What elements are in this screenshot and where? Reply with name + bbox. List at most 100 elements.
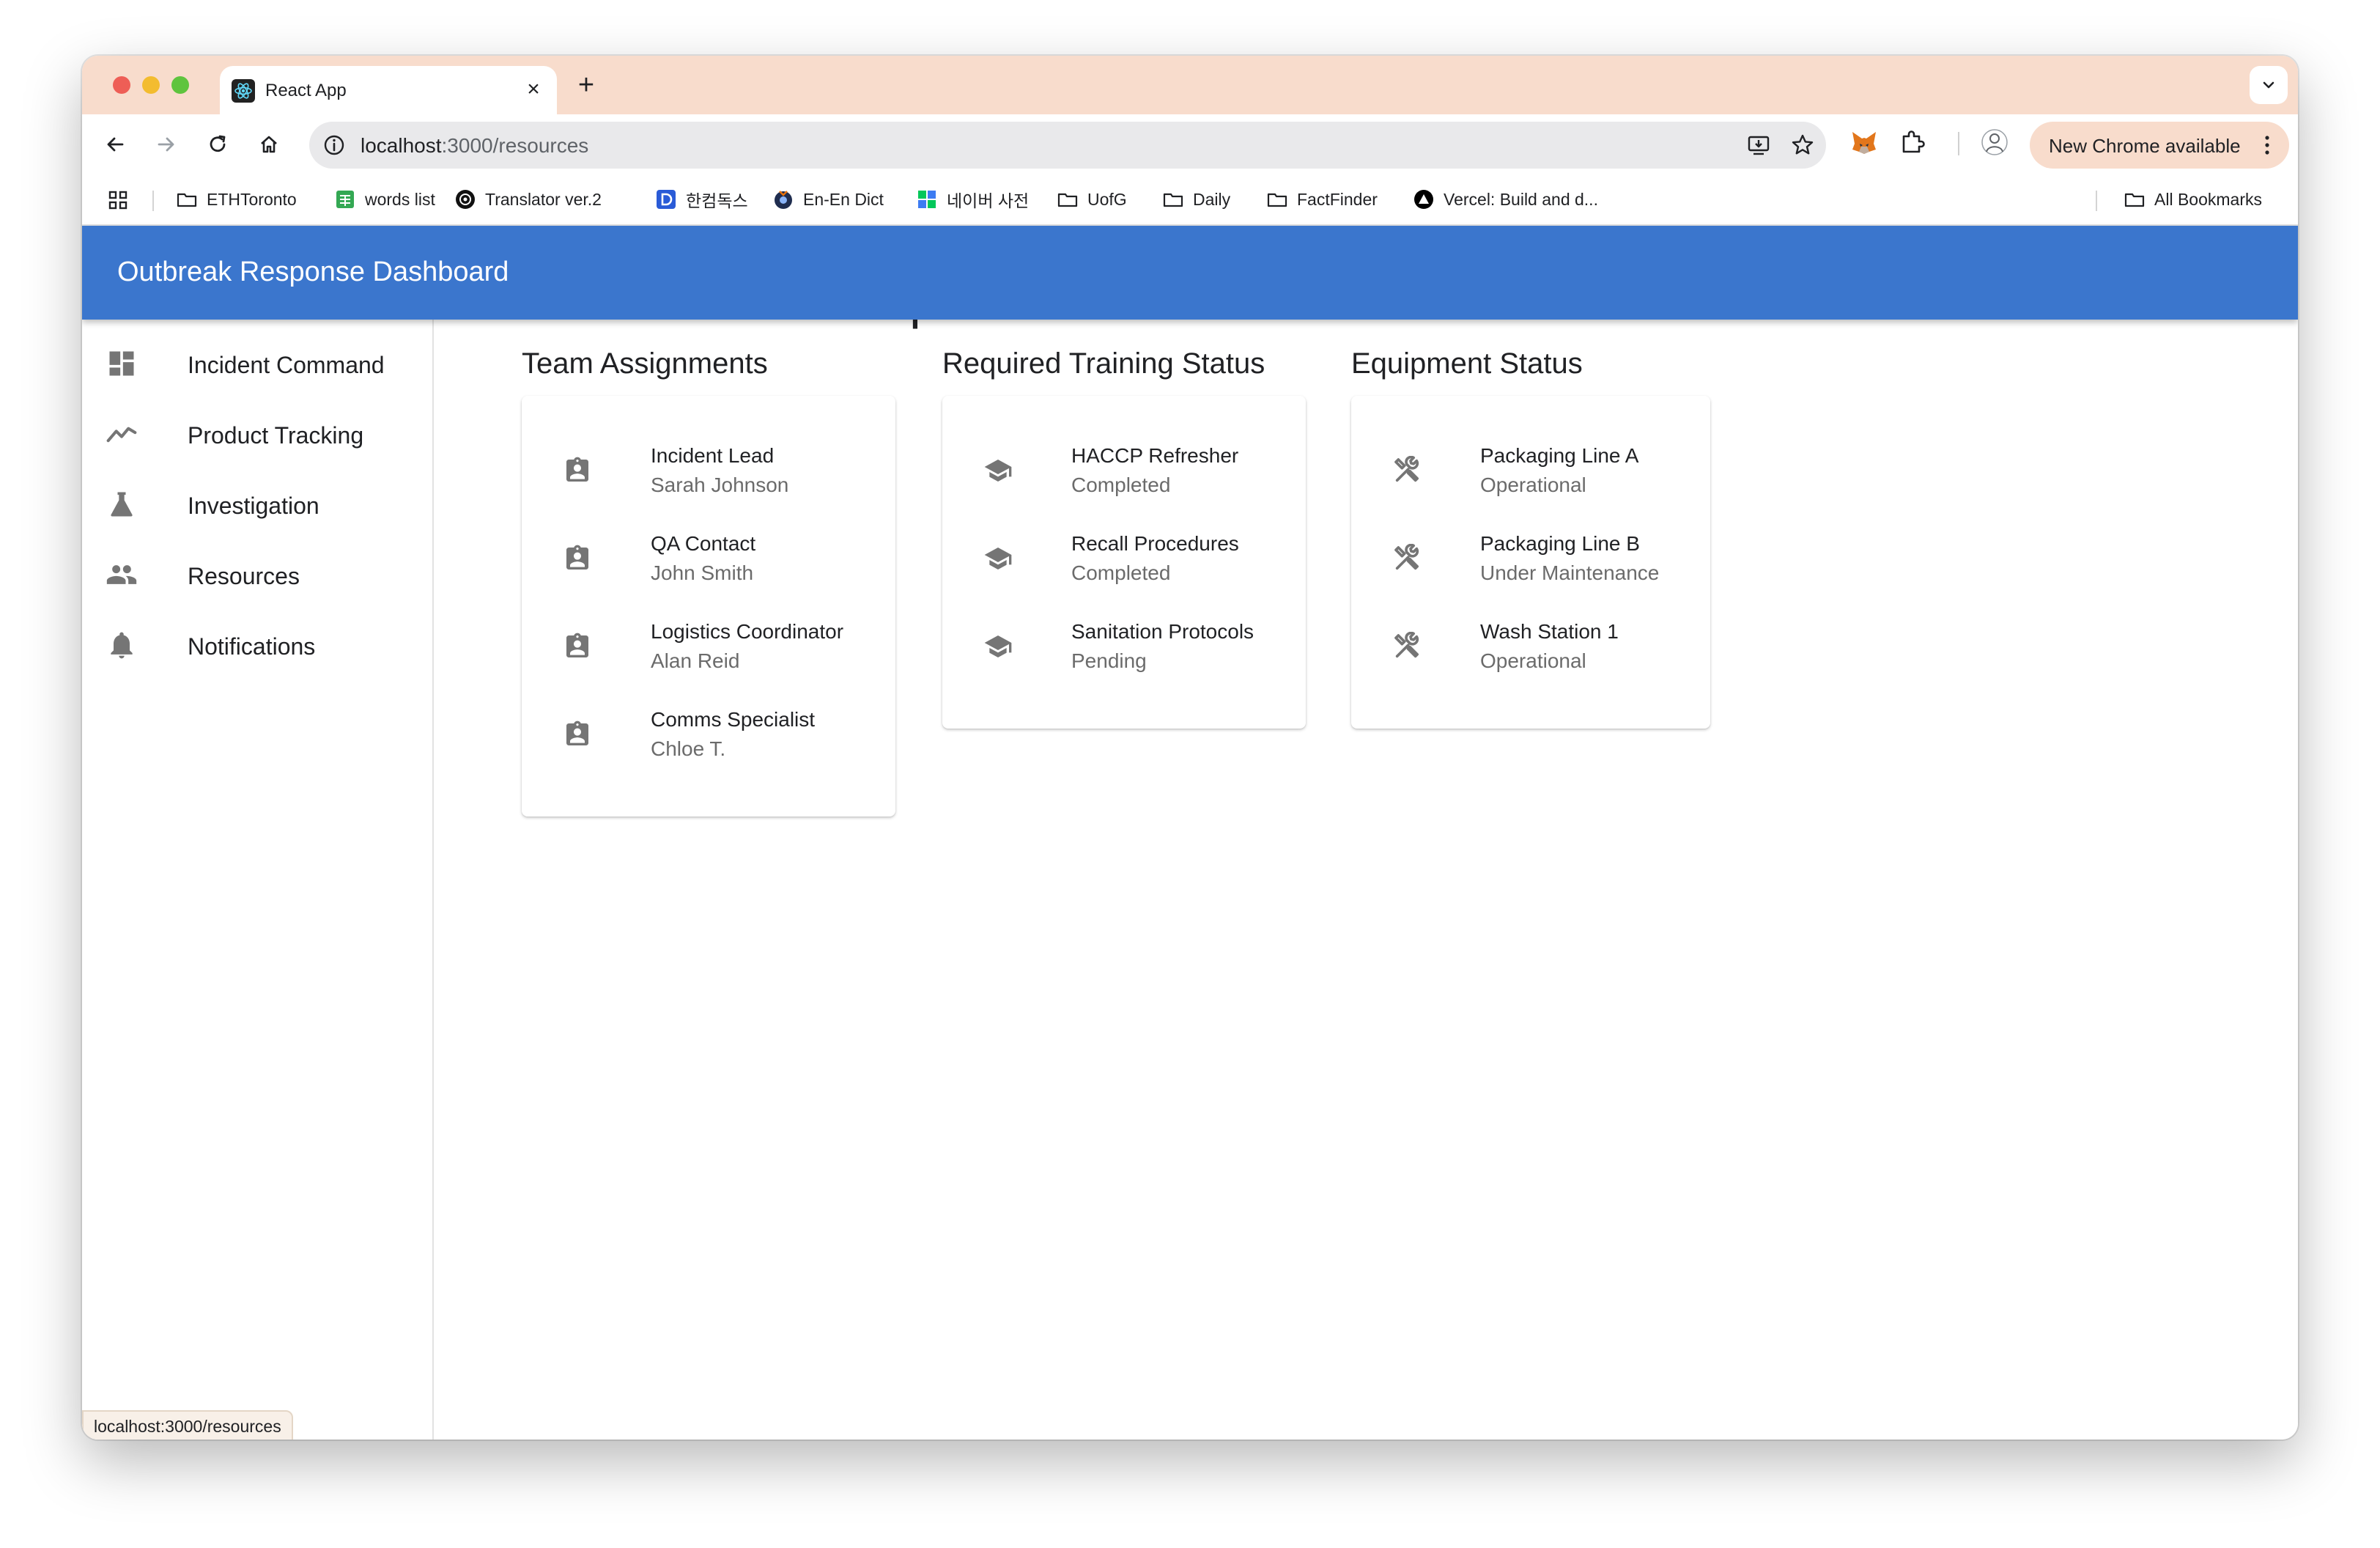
team-assignments-card: Incident Lead Sarah Johnson QA Contact J… (522, 396, 895, 817)
arrow-left-icon (107, 137, 124, 152)
tools-icon (1394, 544, 1419, 570)
nav-item-product-tracking[interactable]: Product Tracking (82, 399, 432, 465)
chevron-down-icon (2263, 81, 2274, 89)
close-window-button[interactable] (113, 76, 130, 94)
bookmark-hancom[interactable]: 한컴독스 (655, 186, 748, 213)
all-bookmarks-button[interactable]: All Bookmarks (2124, 186, 2262, 213)
folder-icon (1267, 193, 1287, 207)
graduation-cap-icon (984, 460, 1012, 482)
toolbar-divider (1958, 132, 1959, 155)
list-item: Recall Procedures Completed (942, 513, 1306, 601)
install-app-icon[interactable] (1745, 132, 1772, 158)
hancom-icon (657, 190, 676, 209)
bookmark-factfinder[interactable]: FactFinder (1266, 186, 1378, 213)
folder-icon (1163, 193, 1183, 207)
dictionary-icon (775, 191, 792, 209)
training-status-card: HACCP Refresher Completed Recall Procedu… (942, 396, 1306, 729)
nav-item-resources[interactable]: Resources (82, 539, 432, 605)
home-icon (261, 136, 277, 153)
bookmark-vercel[interactable]: Vercel: Build and d... (1413, 186, 1598, 213)
bookmarks-separator (152, 191, 154, 211)
tab-react-app[interactable]: React App × (220, 66, 557, 114)
bookmark-star-icon[interactable] (1789, 132, 1816, 158)
tools-icon (1394, 632, 1419, 658)
vercel-icon (1414, 190, 1433, 209)
app-viewport: Outbreak Response Dashboard Incident Com… (82, 226, 2298, 1440)
assignment-ind-icon (566, 633, 588, 657)
trending-line-icon (106, 427, 137, 443)
equipment-status-card: Packaging Line A Operational Packaging L… (1351, 396, 1710, 729)
team-assignments-heading: Team Assignments (522, 347, 768, 380)
bookmark-translator[interactable]: Translator ver.2 (454, 186, 602, 213)
address-bar[interactable]: localhost:3000/resources (309, 122, 1826, 169)
minimize-window-button[interactable] (142, 76, 160, 94)
folder-icon (1057, 193, 1078, 207)
list-item: QA Contact John Smith (522, 513, 895, 601)
dashboard-icon (109, 351, 134, 376)
graduation-cap-icon (984, 635, 1012, 657)
list-item: Wash Station 1 Operational (1351, 601, 1710, 689)
bell-icon (111, 632, 133, 659)
list-item: Packaging Line B Under Maintenance (1351, 513, 1710, 601)
extensions-puzzle-icon[interactable] (1898, 128, 1927, 157)
browser-window: React App × + localhost:3000/resources N… (82, 56, 2298, 1440)
tab-close-icon[interactable]: × (519, 75, 548, 104)
bookmark-en-en-dict[interactable]: En-En Dict (772, 186, 884, 213)
list-item: Sanitation Protocols Pending (942, 601, 1306, 689)
tools-icon (1394, 456, 1419, 482)
back-button[interactable] (98, 128, 132, 161)
sheets-icon (336, 191, 354, 208)
forward-button[interactable] (149, 128, 183, 161)
list-item: Incident Lead Sarah Johnson (522, 425, 895, 513)
bookmarks-separator (2096, 191, 2097, 211)
flask-icon (111, 492, 133, 517)
assignment-ind-icon (566, 457, 588, 482)
reload-button[interactable] (201, 128, 234, 161)
assignment-ind-icon (566, 545, 588, 570)
side-navigation: Incident Command Product Tracking Invest… (82, 320, 434, 1440)
arrow-right-icon (158, 137, 174, 152)
graduation-cap-icon (984, 548, 1012, 570)
app-bar: Outbreak Response Dashboard (82, 226, 2298, 320)
list-item: Comms Specialist Chloe T. (522, 689, 895, 777)
home-button[interactable] (252, 128, 286, 161)
assignment-ind-icon (566, 720, 588, 745)
bookmark-naver-dict[interactable]: 네이버 사전 (916, 186, 1029, 213)
tab-title: React App (265, 81, 347, 100)
maximize-window-button[interactable] (171, 76, 189, 94)
list-item: Logistics Coordinator Alan Reid (522, 601, 895, 689)
nav-item-notifications[interactable]: Notifications (82, 610, 432, 676)
folder-icon (177, 193, 197, 207)
tab-search-button[interactable] (2250, 66, 2288, 104)
bookmark-ethtoronto[interactable]: ETHToronto (176, 186, 297, 213)
url-text[interactable]: localhost:3000/resources (361, 134, 588, 158)
status-url-bubble: localhost:3000/resources (82, 1410, 293, 1440)
profile-avatar-icon[interactable] (1980, 128, 2009, 157)
bookmark-words-list[interactable]: words list (334, 186, 435, 213)
naver-dictionary-icon (918, 191, 936, 208)
training-status-heading: Required Training Status (942, 347, 1265, 380)
apps-grid-icon[interactable] (107, 189, 129, 211)
app-title: Outbreak Response Dashboard (117, 257, 509, 287)
bookmark-daily[interactable]: Daily (1162, 186, 1230, 213)
list-item: HACCP Refresher Completed (942, 425, 1306, 513)
browser-toolbar: localhost:3000/resources (82, 114, 2298, 174)
bookmarks-bar: ETHToronto words list Translator ver.2 한… (82, 174, 2298, 226)
more-vertical-icon (2265, 136, 2269, 155)
list-item: Packaging Line A Operational (1351, 425, 1710, 513)
people-icon (106, 565, 137, 584)
nav-item-investigation[interactable]: Investigation (82, 469, 432, 535)
site-info-icon[interactable] (321, 132, 347, 158)
bookmark-uofg[interactable]: UofG (1057, 186, 1127, 213)
tab-strip: React App × + (82, 56, 2298, 114)
chrome-update-button[interactable]: New Chrome available (2030, 122, 2289, 169)
react-logo-icon (232, 79, 255, 103)
openai-icon (456, 190, 475, 209)
reload-icon (210, 135, 226, 152)
equipment-status-heading: Equipment Status (1351, 347, 1583, 380)
nav-item-incident-command[interactable]: Incident Command (82, 328, 432, 394)
metamask-fox-icon[interactable] (1849, 128, 1879, 157)
new-tab-button[interactable]: + (572, 70, 601, 100)
update-label: New Chrome available (2049, 135, 2241, 157)
folder-icon (2124, 193, 2145, 207)
